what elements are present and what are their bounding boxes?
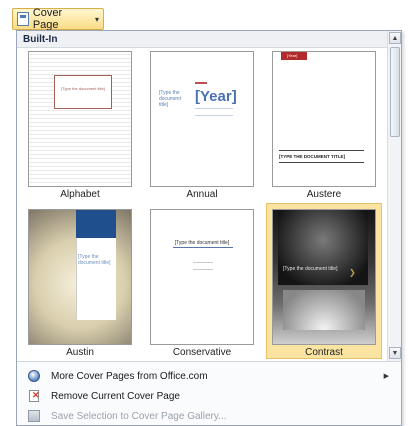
menu-item-label: Remove Current Cover Page	[51, 390, 180, 402]
submenu-arrow-icon: ▶	[383, 373, 389, 380]
cover-annual-label: Annual	[186, 189, 218, 200]
cover-contrast-label: Contrast	[305, 347, 343, 358]
title-text: [TYPE THE DOCUMENT TITLE]	[279, 154, 345, 159]
cover-conservative-label: Conservative	[172, 347, 232, 358]
menu-item-label: Save Selection to Cover Page Gallery...	[51, 410, 227, 422]
title-box: [Type the document title]	[54, 75, 112, 109]
menu-item-save-selection[interactable]: Save Selection to Cover Page Gallery...	[17, 406, 401, 426]
cover-alphabet-thumbnail[interactable]: [Type the document title]	[28, 51, 132, 187]
rule-line	[279, 162, 364, 163]
cover-contrast-thumbnail[interactable]: [Type the document title] ❯	[272, 209, 376, 345]
gallery-menu: More Cover Pages from Office.com ▶ Remov…	[17, 361, 401, 425]
menu-item-remove-cover-page[interactable]: Remove Current Cover Page	[17, 386, 401, 406]
title-text: [Type the document title]	[283, 266, 338, 272]
title-text: [Type the document title]	[159, 90, 181, 108]
cover-page-label: Cover Page	[32, 7, 63, 31]
cover-austere-thumbnail[interactable]: [Year] [TYPE THE DOCUMENT TITLE]	[272, 51, 376, 187]
title-text: [Type the document title]	[174, 240, 230, 246]
scroll-down-button[interactable]: ▼	[389, 347, 401, 359]
save-icon	[27, 409, 41, 423]
remove-document-icon	[27, 389, 41, 403]
year-text: [Year]	[195, 88, 237, 105]
light-band	[283, 290, 365, 330]
cover-conservative-thumbnail[interactable]: [Type the document title]	[150, 209, 254, 345]
rule-lines	[193, 262, 213, 270]
cover-austin-thumbnail[interactable]: [Type the document title]	[28, 209, 132, 345]
rule-line	[173, 247, 233, 248]
menu-item-more-cover-pages[interactable]: More Cover Pages from Office.com ▶	[17, 366, 401, 386]
globe-icon	[27, 369, 41, 383]
chevron-icon: ❯	[349, 268, 356, 277]
gallery-scrollbar[interactable]: ▲ ▼	[387, 31, 401, 361]
chevron-down-icon: ▾	[94, 14, 99, 24]
cover-page-icon	[17, 12, 29, 26]
cover-annual-thumbnail[interactable]: [Type the document title] [Year]	[150, 51, 254, 187]
menu-item-label: More Cover Pages from Office.com	[51, 370, 208, 382]
scroll-up-button[interactable]: ▲	[389, 32, 401, 44]
blue-band	[76, 210, 116, 238]
year-text: [Year]	[287, 53, 298, 58]
title-text: [Type the document title]	[78, 254, 111, 266]
cover-page-button[interactable]: Cover Page ▾	[12, 7, 104, 31]
section-header: Built-In	[17, 31, 387, 48]
accent-bar	[195, 82, 207, 84]
cover-austere-label: Austere	[306, 189, 342, 200]
cover-alphabet-label: Alphabet	[60, 189, 100, 200]
rule-line	[279, 150, 364, 151]
cover-page-gallery: Built-In ▲ ▼ [Type the document title] A…	[16, 30, 402, 426]
rule-lines	[195, 108, 233, 116]
cover-austin-label: Austin	[66, 347, 94, 358]
scroll-thumb[interactable]	[390, 47, 400, 137]
